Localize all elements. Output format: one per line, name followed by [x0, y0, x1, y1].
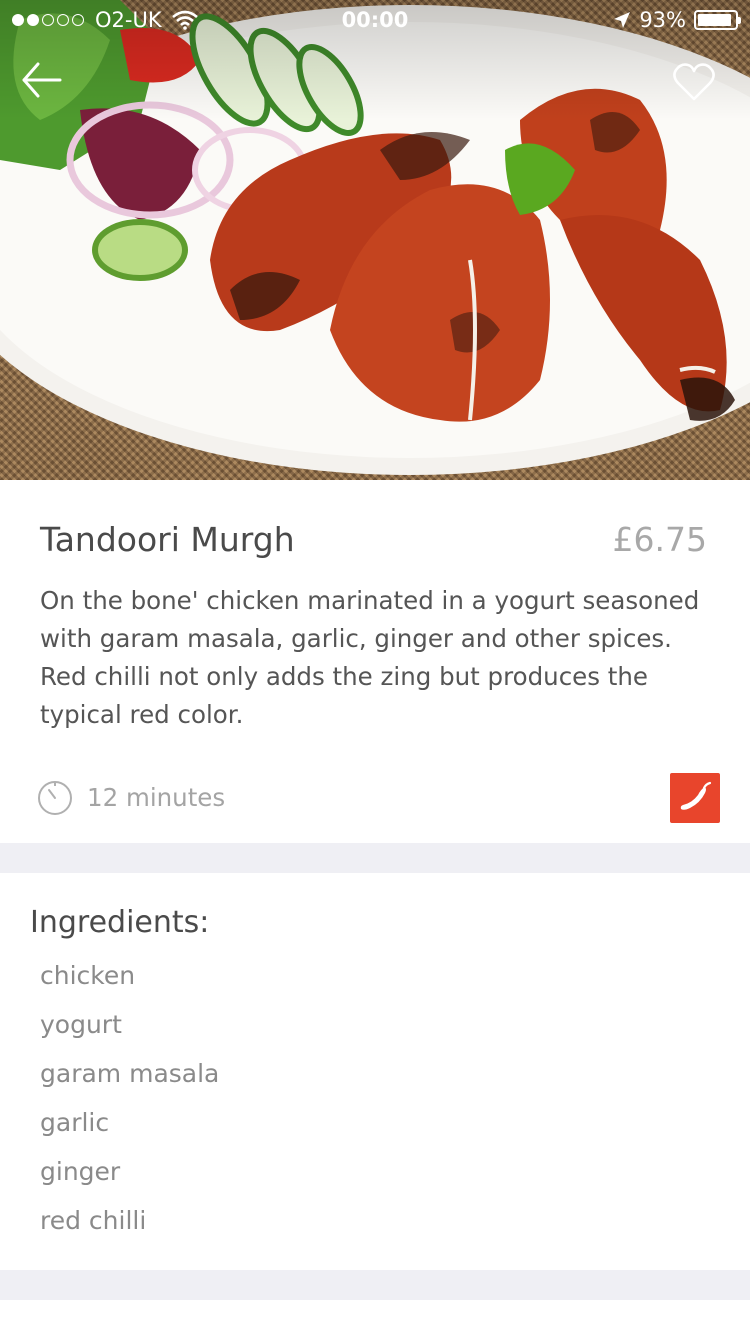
chilli-icon — [680, 781, 712, 810]
timer-icon — [38, 781, 72, 815]
dish-title: Tandoori Murgh — [40, 520, 295, 559]
section-divider — [0, 843, 750, 873]
back-arrow-icon — [22, 62, 62, 98]
ingredient-item: yogurt — [40, 1010, 122, 1039]
ingredients-list: chicken yogurt garam masala garlic ginge… — [40, 957, 219, 1251]
tandoori-chicken-photo — [0, 0, 750, 475]
ingredient-item: chicken — [40, 961, 136, 990]
location-arrow-icon — [614, 12, 631, 28]
battery-level — [698, 14, 732, 26]
spicy-badge — [670, 773, 720, 823]
ingredients-title: Ingredients: — [30, 905, 210, 940]
favorite-button[interactable] — [672, 60, 716, 104]
dish-description: On the bone' chicken marinated in a yogu… — [40, 586, 700, 729]
prep-time-row: 12 minutes — [36, 778, 225, 816]
ingredient-item: garlic — [40, 1108, 110, 1137]
battery-percent: 93% — [639, 8, 686, 32]
ingredient-item: red chilli — [40, 1206, 147, 1235]
status-right: 93% — [613, 8, 741, 32]
dish-hero-image — [0, 0, 750, 480]
ingredient-item: garam masala — [40, 1059, 220, 1088]
dish-details-card: Tandoori Murgh £6.75 On the bone' chicke… — [0, 480, 750, 843]
status-bar: O2-UK 00:00 93% — [0, 0, 750, 40]
ingredient-item: ginger — [40, 1157, 121, 1186]
battery-icon — [694, 10, 741, 30]
dish-price: £6.75 — [612, 520, 707, 559]
back-button[interactable] — [20, 60, 64, 100]
section-divider — [0, 1270, 750, 1300]
prep-time-text: 12 minutes — [87, 782, 226, 812]
ingredients-section: Ingredients: chicken yogurt garam masala… — [0, 873, 750, 1270]
heart-outline-icon — [673, 63, 715, 101]
